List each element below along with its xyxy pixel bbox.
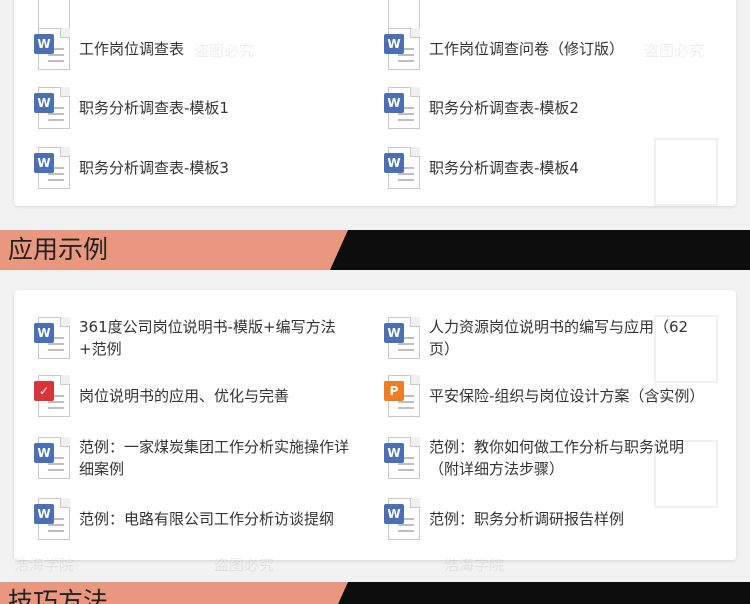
list-item[interactable]: W 职务分析调查表-模板2: [384, 87, 709, 129]
list-item[interactable]: ✓ 岗位说明书的应用、优化与完善: [34, 375, 359, 417]
section-header-bar: [330, 582, 750, 604]
pdf-file-icon: ✓: [34, 375, 70, 417]
document-title: 范例：电路有限公司工作分析访谈提纲: [79, 510, 335, 528]
word-badge-icon: W: [34, 323, 54, 343]
document-title: 范例：职务分析调研报告样例: [429, 510, 625, 528]
document-title: 岗位说明书的应用、优化与完善: [79, 387, 290, 405]
list-item[interactable]: [384, 0, 420, 30]
word-badge-icon: W: [34, 93, 54, 113]
word-file-icon: [34, 0, 70, 30]
watermark: 盗图必究: [644, 42, 705, 60]
document-title: 范例：一家煤炭集团工作分析实施操作详细案例: [79, 438, 350, 478]
word-file-icon: W: [34, 437, 70, 479]
section-title: 应用示例: [8, 235, 109, 264]
word-file-icon: W: [34, 87, 70, 129]
word-badge-icon: W: [384, 93, 404, 113]
word-badge-icon: W: [34, 504, 54, 524]
watermark: 浩海学院: [14, 556, 75, 574]
section-header: 应用示例: [0, 230, 750, 270]
word-file-icon: W: [384, 87, 420, 129]
document-title: 361度公司岗位说明书-模版+编写方法+范例: [79, 318, 336, 358]
word-file-icon: [384, 0, 420, 30]
word-file-icon: W: [384, 498, 420, 540]
word-badge-icon: W: [384, 153, 404, 173]
word-file-icon: W: [34, 147, 70, 189]
document-title: 职务分析调查表-模板2: [429, 99, 579, 117]
watermark-stamp: [654, 138, 718, 206]
word-file-icon: W: [384, 317, 420, 359]
watermark: 盗图必究: [214, 556, 275, 574]
word-file-icon: W: [34, 498, 70, 540]
ppt-badge-icon: P: [384, 381, 404, 401]
examples-card: W 361度公司岗位说明书-模版+编写方法+范例 W 人力资源岗位说明书的编写与…: [14, 290, 736, 574]
watermark-stamp: [654, 315, 718, 383]
section-title: 技巧方法: [8, 587, 109, 604]
document-title: 职务分析调查表-模板3: [79, 159, 229, 177]
word-file-icon: W: [384, 147, 420, 189]
watermark: 盗图必究: [194, 42, 255, 60]
section-header: 技巧方法: [0, 582, 750, 604]
list-item[interactable]: W 范例：电路有限公司工作分析访谈提纲: [34, 498, 359, 540]
list-item[interactable]: W 范例：一家煤炭集团工作分析实施操作详细案例: [34, 436, 359, 480]
list-item[interactable]: W 职务分析调查表-模板1: [34, 87, 359, 129]
list-item[interactable]: W 361度公司岗位说明书-模版+编写方法+范例: [34, 316, 359, 360]
word-file-icon: W: [34, 317, 70, 359]
top-template-card: W 工作岗位调查表 W 工作岗位调查问卷（修订版） W 职务分析调查表-模板1 …: [14, 0, 736, 206]
document-title: 职务分析调查表-模板1: [79, 99, 229, 117]
watermark-stamp: [654, 440, 718, 508]
pdf-badge-icon: ✓: [34, 381, 54, 401]
word-file-icon: W: [384, 437, 420, 479]
word-badge-icon: W: [384, 504, 404, 524]
ppt-file-icon: P: [384, 375, 420, 417]
document-title: 平安保险-组织与岗位设计方案（含实例）: [429, 387, 705, 405]
word-badge-icon: W: [34, 34, 54, 54]
word-badge-icon: W: [34, 153, 54, 173]
word-badge-icon: W: [34, 443, 54, 463]
word-file-icon: W: [384, 28, 420, 70]
section-header-bar: [330, 230, 750, 270]
word-badge-icon: W: [384, 323, 404, 343]
watermark: 浩海学院: [444, 556, 505, 574]
list-item[interactable]: W 职务分析调查表-模板3: [34, 147, 359, 189]
list-item[interactable]: [34, 0, 70, 30]
word-file-icon: W: [34, 28, 70, 70]
word-badge-icon: W: [384, 443, 404, 463]
word-badge-icon: W: [384, 34, 404, 54]
